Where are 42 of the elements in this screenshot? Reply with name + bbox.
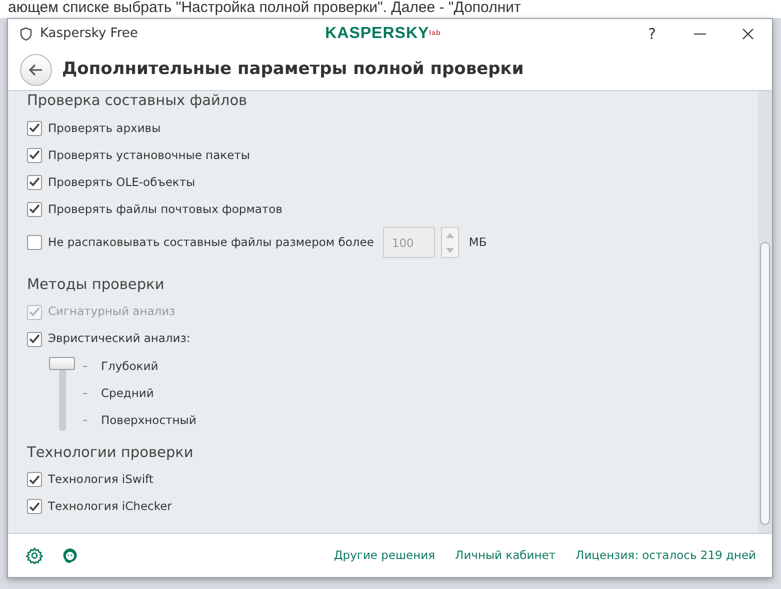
checkbox[interactable] bbox=[27, 332, 42, 346]
checkbox[interactable] bbox=[27, 120, 42, 136]
help-button[interactable]: ? bbox=[628, 19, 676, 49]
checkbox-label: Эвристический анализ: bbox=[48, 330, 190, 348]
back-button[interactable] bbox=[20, 54, 52, 86]
checkbox[interactable] bbox=[27, 202, 42, 217]
level-label[interactable]: Глубокий bbox=[101, 358, 158, 376]
checkbox-label: Проверять архивы bbox=[48, 120, 161, 137]
footer-link[interactable]: Лицензия: осталось 219 дней bbox=[576, 546, 756, 564]
slider-thumb[interactable] bbox=[49, 356, 75, 370]
section-title: Проверка составных файлов bbox=[27, 92, 248, 111]
checkbox-label: Технология iSwift bbox=[48, 471, 154, 488]
checkbox-label: Сигнатурный анализ bbox=[48, 303, 176, 320]
article-text: ающем списке выбрать "Настройка полной проверки". Далее - "Дополнит bbox=[8, 0, 521, 16]
checkbox-label: Проверять установочные пакеты bbox=[48, 146, 250, 164]
back-arrow-icon bbox=[29, 64, 43, 76]
page-title: Дополнительные параметры полной проверки bbox=[62, 58, 524, 81]
checkbox-label: Технология iChecker bbox=[48, 498, 172, 516]
level-label[interactable]: Поверхностный bbox=[101, 412, 196, 430]
scrollbar[interactable] bbox=[758, 91, 772, 533]
section-title: Технологии проверки bbox=[27, 444, 194, 462]
shield-icon bbox=[20, 27, 32, 41]
checkbox[interactable] bbox=[27, 174, 42, 190]
checkbox-label: Не распаковывать составные файлы размером более bbox=[48, 234, 374, 252]
section-title: Методы проверки bbox=[27, 276, 166, 295]
footer-link[interactable]: Другие решения bbox=[334, 546, 436, 564]
close-icon bbox=[742, 28, 754, 40]
checkbox-label: Проверять файлы почтовых форматов bbox=[48, 200, 282, 218]
checkbox[interactable] bbox=[27, 499, 42, 514]
checkbox[interactable] bbox=[27, 235, 42, 250]
unit-label: МБ bbox=[468, 234, 487, 252]
checkbox-label: Проверять OLE-объекты bbox=[48, 174, 196, 191]
scrollbar-thumb[interactable] bbox=[760, 242, 770, 525]
checkbox[interactable] bbox=[27, 472, 42, 488]
checkbox[interactable] bbox=[27, 148, 42, 163]
footer-link[interactable]: Личный кабинет bbox=[455, 546, 556, 564]
support-agent-icon[interactable] bbox=[61, 546, 79, 564]
minimize-icon bbox=[694, 33, 706, 35]
level-label[interactable]: Средний bbox=[101, 384, 154, 402]
logo: KASPERSKY$^{lab}$ bbox=[325, 24, 441, 44]
window-title: Kaspersky Free bbox=[40, 25, 138, 44]
settings-icon[interactable] bbox=[26, 547, 43, 564]
